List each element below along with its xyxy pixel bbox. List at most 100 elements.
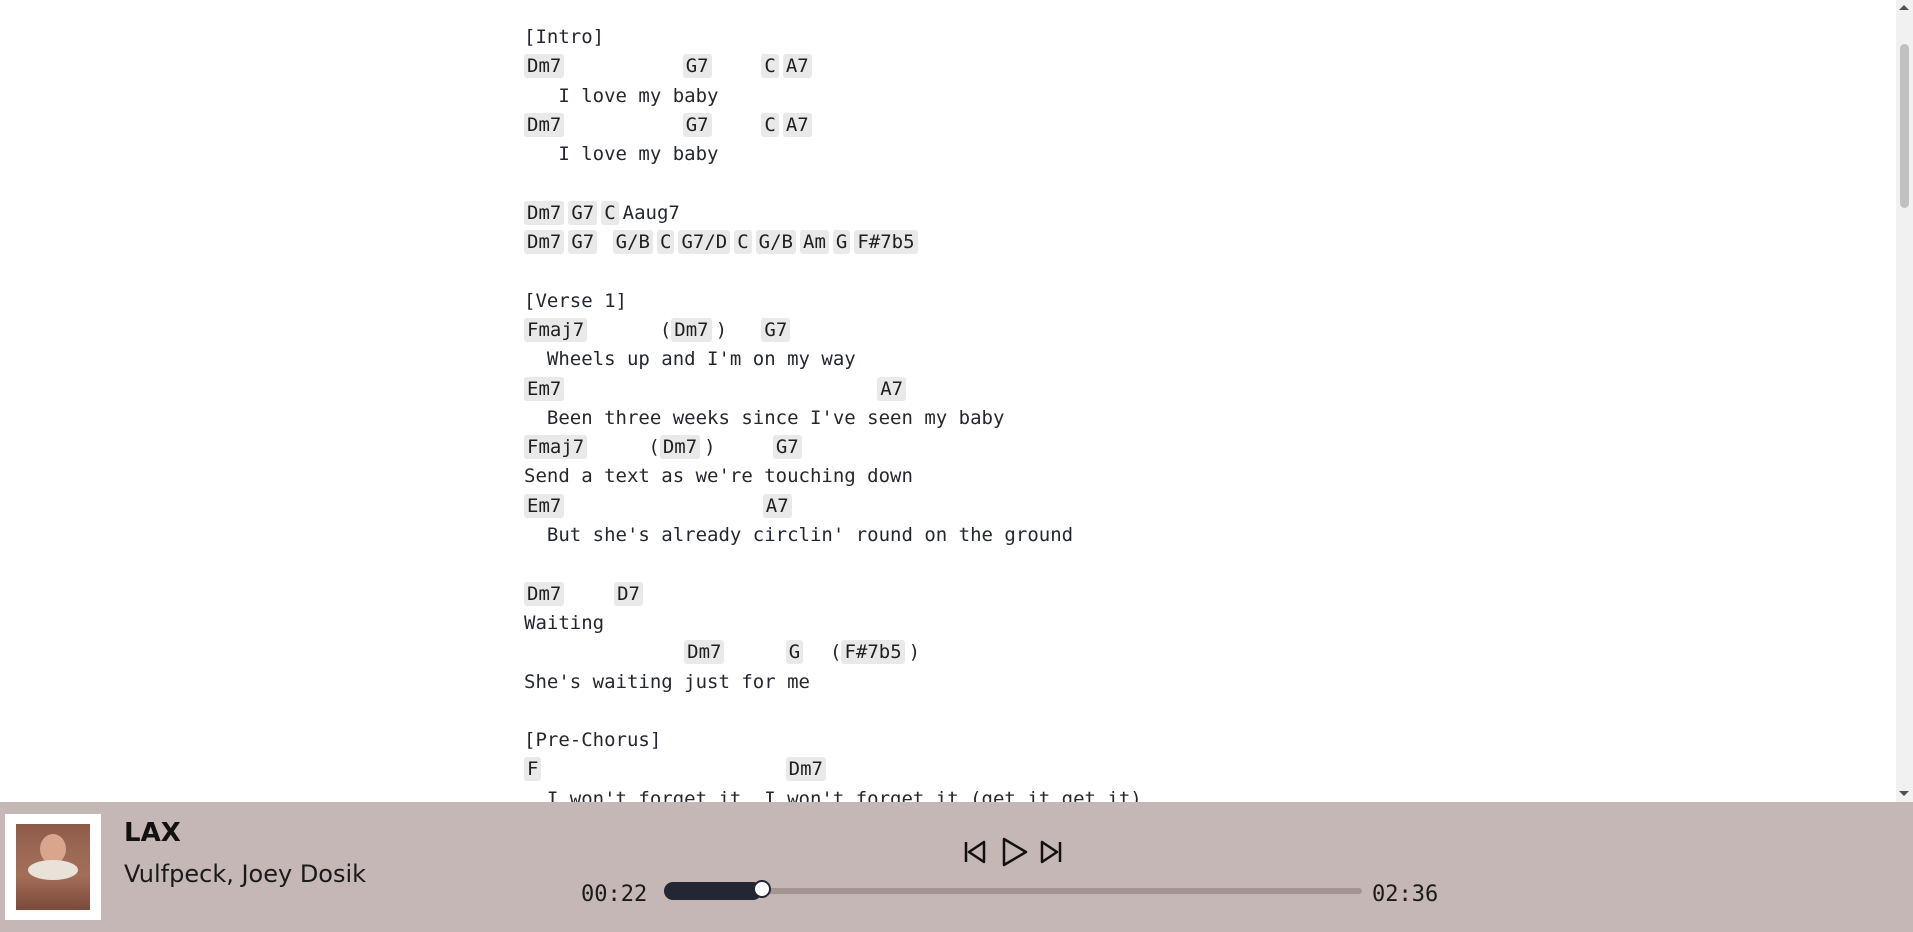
skip-previous-icon bbox=[964, 840, 986, 864]
lyric-text bbox=[568, 583, 614, 605]
sheet-line: [Intro] bbox=[524, 23, 1142, 52]
chord[interactable]: G7/D bbox=[678, 230, 731, 255]
chord[interactable]: C bbox=[761, 54, 779, 79]
chord[interactable]: C bbox=[657, 230, 675, 255]
sheet-line: Fmaj7 (Dm7) G7 bbox=[524, 316, 1142, 345]
chord[interactable]: G7 bbox=[568, 200, 598, 225]
lyric-text: ( bbox=[591, 318, 672, 341]
lyric-text: ) bbox=[908, 641, 921, 664]
chord[interactable]: Dm7 bbox=[659, 435, 701, 460]
album-art-image bbox=[16, 824, 90, 910]
lyric-text: She's waiting just for me bbox=[524, 670, 810, 693]
chord[interactable]: Fmaj7 bbox=[524, 435, 588, 460]
chord[interactable]: Dm7 bbox=[524, 230, 565, 255]
lyric-text: ) bbox=[715, 318, 762, 341]
chord[interactable]: Fmaj7 bbox=[524, 317, 588, 342]
chord[interactable]: C bbox=[601, 200, 619, 225]
chord[interactable]: Dm7 bbox=[785, 757, 826, 782]
chord[interactable]: G7 bbox=[568, 230, 598, 255]
chord[interactable]: G7 bbox=[772, 435, 802, 460]
chord[interactable]: Dm7 bbox=[524, 581, 565, 606]
lyric-text bbox=[728, 641, 785, 663]
chord[interactable]: G7 bbox=[682, 112, 712, 137]
sheet-line: Dm7 G7 C A7 bbox=[524, 111, 1142, 140]
scroll-up-arrow-icon[interactable] bbox=[1899, 5, 1909, 10]
chord[interactable]: F bbox=[524, 757, 542, 782]
chord[interactable]: Am bbox=[800, 230, 829, 255]
sheet-line: I won't forget it, I won't forget it (ge… bbox=[524, 785, 1142, 802]
lyric-text: Aaug7 bbox=[622, 201, 680, 224]
lyric-text: ) bbox=[704, 436, 773, 459]
sheet-line: Wheels up and I'm on my way bbox=[524, 345, 1142, 374]
lyric-text: I love my baby bbox=[524, 143, 719, 166]
scroll-down-arrow-icon[interactable] bbox=[1899, 791, 1909, 796]
lyric-text: ( bbox=[807, 641, 842, 664]
sheet-line: Waiting bbox=[524, 609, 1142, 638]
lyric-text bbox=[568, 495, 762, 517]
lyric-text: Been three weeks since I've seen my baby bbox=[524, 406, 1005, 429]
lyric-text: [Intro] bbox=[524, 26, 605, 48]
play-button[interactable] bbox=[999, 836, 1029, 868]
lyric-text bbox=[716, 114, 762, 136]
sheet-line: Fmaj7 (Dm7) G7 bbox=[524, 433, 1142, 462]
next-button[interactable] bbox=[1038, 836, 1064, 868]
chord[interactable]: D7 bbox=[614, 581, 643, 606]
sheet-line: Dm7 G7 C A7 bbox=[524, 52, 1142, 81]
sheet-line: [Pre-Chorus] bbox=[524, 726, 1142, 755]
scroll-thumb[interactable] bbox=[1900, 44, 1909, 208]
album-cover[interactable] bbox=[5, 814, 101, 920]
chord-sheet: [Intro] Dm7 G7 C A7 I love my baby Dm7 G7 C… bbox=[524, 23, 1142, 802]
chord[interactable]: G7 bbox=[761, 317, 791, 342]
chord[interactable]: A7 bbox=[782, 54, 812, 79]
chord[interactable]: C bbox=[734, 230, 752, 255]
chord[interactable]: G bbox=[832, 230, 851, 255]
chord-sheet-view: [Intro] Dm7 G7 C A7 I love my baby Dm7 G7 C… bbox=[0, 0, 1896, 802]
sheet-line bbox=[524, 169, 1142, 198]
chord[interactable]: Dm7 bbox=[524, 54, 565, 79]
chord[interactable]: Em7 bbox=[524, 376, 565, 401]
chord[interactable]: A7 bbox=[762, 493, 792, 518]
sheet-line bbox=[524, 257, 1142, 286]
sheet-line: Em7 A7 bbox=[524, 375, 1142, 404]
lyric-text: I love my baby bbox=[524, 84, 719, 107]
track-title: LAX bbox=[124, 818, 181, 848]
sheet-line: I love my baby bbox=[524, 82, 1142, 111]
lyric-text: [Verse 1] bbox=[524, 289, 627, 312]
sheet-line: I love my baby bbox=[524, 140, 1142, 169]
chord[interactable]: G/B bbox=[612, 230, 653, 255]
chord[interactable]: G/B bbox=[755, 230, 796, 255]
sheet-line: Dm7 G7 G/B C G7/D C G/B Am G F#7b5 bbox=[524, 228, 1142, 257]
sheet-line: Dm7 D7 bbox=[524, 580, 1142, 609]
chord[interactable]: Em7 bbox=[524, 493, 565, 518]
chord[interactable]: F#7b5 bbox=[854, 230, 918, 255]
chord[interactable]: F#7b5 bbox=[841, 640, 905, 665]
lyric-text bbox=[716, 55, 762, 77]
album-art-flowers bbox=[28, 860, 78, 880]
lyric-text bbox=[545, 758, 785, 780]
chord[interactable]: G7 bbox=[682, 54, 712, 79]
chord[interactable]: Dm7 bbox=[524, 200, 565, 225]
chord[interactable]: Dm7 bbox=[671, 317, 712, 342]
lyric-text: But she's already circlin' round on the … bbox=[524, 524, 1074, 547]
sheet-line: Em7 A7 bbox=[524, 492, 1142, 521]
chord[interactable]: A7 bbox=[877, 376, 907, 401]
sheet-line bbox=[524, 550, 1142, 579]
previous-button[interactable] bbox=[962, 836, 988, 868]
play-icon bbox=[1002, 837, 1028, 867]
progress-knob[interactable] bbox=[753, 880, 772, 898]
chord[interactable]: Dm7 bbox=[524, 112, 565, 137]
lyric-text bbox=[568, 55, 682, 77]
chord[interactable]: Dm7 bbox=[684, 640, 725, 665]
sheet-line: She's waiting just for me bbox=[524, 668, 1142, 697]
chord[interactable]: A7 bbox=[782, 112, 812, 137]
total-time: 02:36 bbox=[1372, 882, 1439, 907]
chord[interactable]: C bbox=[761, 112, 779, 137]
chord[interactable]: G bbox=[785, 640, 804, 665]
sheet-line: Been three weeks since I've seen my baby bbox=[524, 404, 1142, 433]
sheet-line: Dm7 G7 C Aaug7 bbox=[524, 199, 1142, 228]
vertical-scrollbar[interactable] bbox=[1896, 0, 1913, 802]
lyric-text bbox=[568, 114, 682, 136]
lyric-text: [Pre-Chorus] bbox=[524, 729, 662, 752]
progress-slider[interactable] bbox=[664, 880, 1362, 900]
lyric-text bbox=[524, 641, 684, 663]
